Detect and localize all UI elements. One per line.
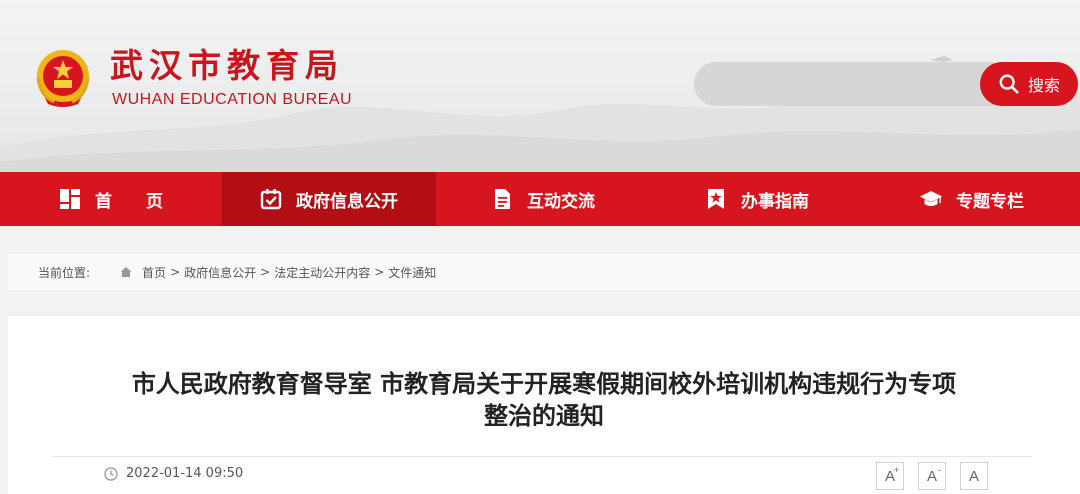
breadcrumb-gov-info[interactable]: 政府信息公开 [184,264,256,281]
site-title: 武汉市教育局 [110,46,344,85]
publish-date: 2022-01-14 09:50 [104,466,243,481]
graduation-cap-icon [920,191,942,206]
document-icon [495,189,510,209]
article-panel: 市人民政府教育督导室 市教育局关于开展寒假期间校外培训机构违规行为专项 整治的通… [8,316,1080,494]
search-icon [999,74,1019,94]
search-box: 搜索 [694,62,1078,106]
national-emblem-icon [36,50,90,107]
breadcrumb-separator: > [170,265,181,279]
font-decrease-mark: - [938,465,941,475]
search-input[interactable] [694,62,994,106]
nav-item-home[interactable]: 首 页 [0,172,222,226]
main-nav: 首 页 政府信息公开 互动交流 办事指南 专题专栏 [0,172,1080,226]
font-decrease-label: A [926,467,937,485]
site-header: 武汉市教育局 WUHAN EDUCATION BUREAU 搜索 [0,0,1080,172]
search-button[interactable]: 搜索 [980,62,1078,106]
font-increase-mark: + [893,465,899,475]
search-button-label: 搜索 [1027,76,1060,95]
article-title: 市人民政府教育督导室 市教育局关于开展寒假期间校外培训机构违规行为专项 整治的通… [8,368,1080,432]
nav-item-gov-info[interactable]: 政府信息公开 [222,172,436,226]
breadcrumb: 当前位置: 首页 > 政府信息公开 > 法定主动公开内容 > 文件通知 [8,254,1080,290]
bookmark-star-icon [708,189,724,209]
nav-item-label: 互动交流 [527,191,595,212]
nav-item-label: 首 页 [95,191,163,212]
breadcrumb-home[interactable]: 首页 [142,264,166,281]
article-title-line1: 市人民政府教育督导室 市教育局关于开展寒假期间校外培训机构违规行为专项 [131,370,957,398]
nav-item-label: 专题专栏 [956,191,1024,212]
font-decrease-button[interactable]: A- [918,462,946,490]
nav-item-interaction[interactable]: 互动交流 [436,172,650,226]
nav-item-services-guide[interactable]: 办事指南 [650,172,864,226]
publish-date-value: 2022-01-14 09:50 [126,466,244,481]
nav-item-special-topics[interactable]: 专题专栏 [864,172,1080,226]
font-reset-label: A [968,467,979,485]
article-title-line2: 整治的通知 [484,402,604,430]
nav-item-label: 政府信息公开 [296,191,398,212]
font-reset-button[interactable]: A [960,462,988,490]
clock-icon [104,466,118,481]
breadcrumb-separator: > [374,265,385,279]
breadcrumb-separator: > [260,265,271,279]
breadcrumb-statutory-content[interactable]: 法定主动公开内容 [274,264,370,281]
home-icon [120,267,132,277]
calendar-check-icon [260,189,282,210]
nav-item-label: 办事指南 [741,191,809,212]
breadcrumb-lead: 当前位置: [38,265,91,280]
font-increase-button[interactable]: A + [876,462,904,490]
grid-icon [60,189,80,209]
site-subtitle: WUHAN EDUCATION BUREAU [112,91,353,108]
font-size-tools: A + A- A [876,462,988,490]
breadcrumb-file-notice[interactable]: 文件通知 [388,264,436,281]
divider [52,456,1032,457]
